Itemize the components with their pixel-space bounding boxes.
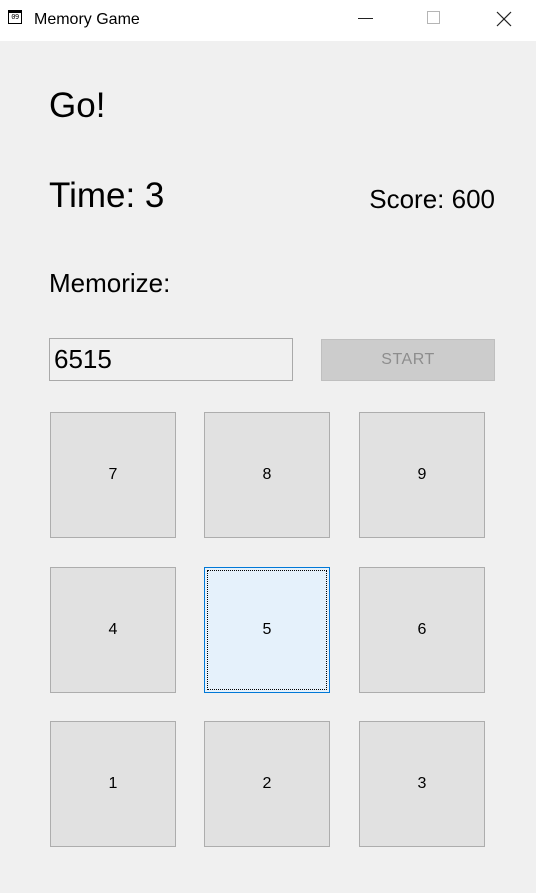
minimize-button[interactable] bbox=[342, 0, 388, 38]
minimize-icon bbox=[358, 18, 373, 19]
title-bar[interactable]: 09 Memory Game bbox=[0, 0, 536, 41]
maximize-icon bbox=[427, 11, 440, 24]
memory-game-window: 09 Memory Game Go! Time: 3 Score: 600 Me… bbox=[0, 0, 536, 893]
close-icon bbox=[496, 11, 512, 27]
key-1-button[interactable]: 1 bbox=[50, 721, 176, 847]
app-icon[interactable]: 09 bbox=[8, 10, 22, 24]
key-8-button[interactable]: 8 bbox=[204, 412, 330, 538]
start-button[interactable]: START bbox=[321, 339, 495, 381]
time-label: Time: 3 bbox=[49, 176, 165, 215]
key-2-button[interactable]: 2 bbox=[204, 721, 330, 847]
window-title: Memory Game bbox=[34, 11, 140, 28]
key-5-button[interactable]: 5 bbox=[204, 567, 330, 693]
key-4-button[interactable]: 4 bbox=[50, 567, 176, 693]
close-button[interactable] bbox=[481, 0, 527, 38]
memorize-input[interactable] bbox=[49, 338, 293, 381]
key-6-button[interactable]: 6 bbox=[359, 567, 485, 693]
key-9-button[interactable]: 9 bbox=[359, 412, 485, 538]
score-label: Score: 600 bbox=[369, 184, 495, 214]
memorize-label: Memorize: bbox=[49, 268, 171, 298]
key-3-button[interactable]: 3 bbox=[359, 721, 485, 847]
maximize-button[interactable] bbox=[410, 0, 456, 38]
status-message: Go! bbox=[49, 86, 106, 125]
key-7-button[interactable]: 7 bbox=[50, 412, 176, 538]
